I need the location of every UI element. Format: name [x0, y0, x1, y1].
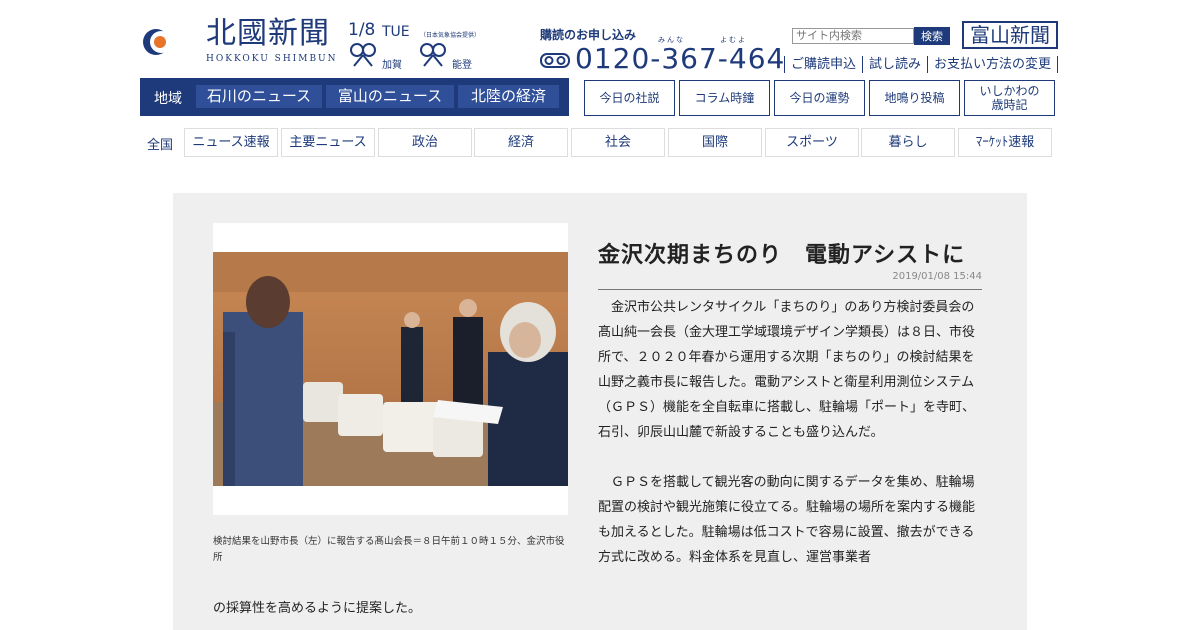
article-body: 金沢市公共レンタサイクル「まちのり」のあり方検討委員会の髙山純一会長（金大理工学… — [598, 295, 982, 570]
article-paragraph: ＧＰＳを搭載して観光客の動向に関するデータを集め、駐輪場配置の検討や観光施策に役… — [598, 475, 976, 565]
payment-change-link[interactable]: お支払い方法の変更 — [927, 56, 1059, 73]
search-button[interactable]: 検索 — [914, 27, 950, 45]
site-logo[interactable]: 北國新聞 HOKKOKU SHIMBUN — [140, 16, 340, 68]
weather-area-label: 加賀 — [382, 60, 402, 71]
editorial-button[interactable]: 今日の社説 — [584, 80, 675, 116]
logo-title: 北國新聞 — [206, 16, 330, 51]
trial-link[interactable]: 試し読み — [862, 56, 927, 73]
ishikawa-saijiki-button[interactable]: いしかわの 歳時記 — [964, 80, 1055, 116]
free-dial-icon — [540, 53, 570, 68]
logo-mark-icon — [143, 20, 196, 64]
toyama-shimbun-link[interactable]: 富山新聞 — [962, 21, 1058, 49]
tab-hokuriku-economy[interactable]: 北陸の経済 — [458, 85, 559, 108]
tab-toyama-news[interactable]: 富山のニュース — [326, 85, 454, 108]
nav-breaking-news[interactable]: ニュース速報 — [184, 128, 278, 157]
nav-society[interactable]: 社会 — [571, 128, 665, 157]
logo-subtitle: HOKKOKU SHIMBUN — [206, 54, 338, 64]
weather-icon — [350, 43, 376, 67]
nav-economy[interactable]: 経済 — [474, 128, 568, 157]
nav-market-news[interactable]: ﾏｰｹｯﾄ速報 — [958, 128, 1052, 157]
article-photo — [213, 252, 568, 486]
subscribe-link[interactable]: ご購読申込 — [784, 56, 862, 73]
nav-politics[interactable]: 政治 — [378, 128, 472, 157]
article-paragraph-continued: の採算性を高めるように提案した。 — [213, 601, 422, 616]
article-photo-frame — [213, 223, 568, 515]
nav-international[interactable]: 国際 — [668, 128, 762, 157]
reader-posts-button[interactable]: 地鳴り投稿 — [869, 80, 960, 116]
tab-ishikawa-news[interactable]: 石川のニュース — [196, 85, 322, 108]
nav-sports[interactable]: スポーツ — [765, 128, 859, 157]
nav-top-news[interactable]: 主要ニュース — [281, 128, 375, 157]
weather-area-label: 能登 — [452, 60, 472, 71]
column-jisho-button[interactable]: コラム時鐘 — [679, 80, 770, 116]
article-paragraph: 金沢市公共レンタサイクル「まちのり」のあり方検討委員会の髙山純一会長（金大理工学… — [598, 300, 976, 440]
search-input[interactable] — [792, 28, 914, 44]
category-nav-label: 全国 — [147, 138, 174, 153]
subscription-phone[interactable]: 0120-367-464 — [575, 42, 785, 75]
article-timestamp: 2019/01/08 15:44 — [892, 271, 982, 282]
current-weekday: TUE — [382, 24, 410, 40]
weather-credit[interactable]: （日本気象協会提供） — [420, 30, 480, 39]
article-headline: 金沢次期まちのり 電動アシストに — [598, 243, 966, 268]
current-date: 1/8 — [348, 20, 376, 40]
photo-caption: 検討結果を山野市長（左）に報告する髙山会長＝８日午前１０時１５分、金沢市役所 — [213, 536, 565, 563]
subscription-links: ご購読申込 試し読み お支払い方法の変更 — [784, 56, 1059, 73]
nav-lifestyle[interactable]: 暮らし — [861, 128, 955, 157]
region-nav: 地域 石川のニュース 富山のニュース 北陸の経済 — [140, 78, 569, 116]
subscription-title[interactable]: 購読のお申し込み — [540, 26, 636, 43]
region-nav-label: 地域 — [154, 91, 182, 107]
weather-icon — [420, 43, 446, 67]
horoscope-button[interactable]: 今日の運勢 — [774, 80, 865, 116]
article: 検討結果を山野市長（左）に報告する髙山会長＝８日午前１０時１５分、金沢市役所 金… — [173, 193, 1027, 630]
headline-divider — [598, 289, 982, 290]
